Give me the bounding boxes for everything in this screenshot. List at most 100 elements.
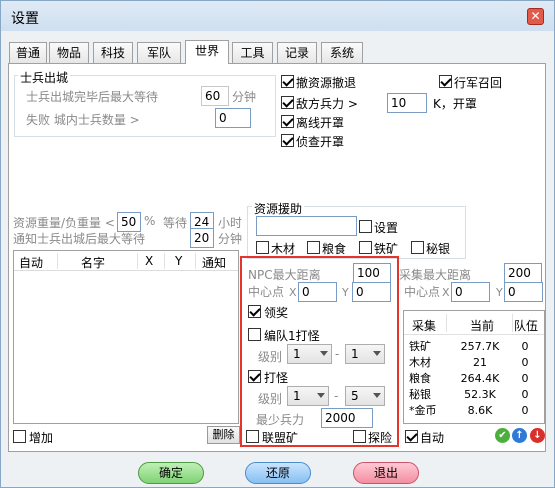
task-col-notify[interactable]: 通知: [202, 254, 226, 271]
notify-wait-label: 通知士兵出城后最大等待: [13, 232, 146, 246]
tab-system[interactable]: 系统: [321, 42, 363, 63]
window-title: 设置: [11, 11, 39, 27]
move-up-icon[interactable]: ↑: [512, 428, 527, 443]
gather-row-current: 264.4K: [460, 371, 500, 385]
fail-count-label: 失败 城内士兵数量 >: [26, 113, 140, 127]
soldier-out-group-title: 士兵出城: [18, 69, 71, 86]
gather-col-type[interactable]: 采集: [412, 317, 436, 334]
table-row[interactable]: 粮食 264.4K 0: [409, 370, 541, 386]
tab-records[interactable]: 记录: [277, 42, 317, 63]
table-row[interactable]: 秘银 52.3K 0: [409, 386, 541, 402]
monster-checkbox[interactable]: [248, 370, 261, 383]
task-list-header: 自动 名字 X Y 通知: [14, 251, 238, 271]
gather-row-current: 8.6K: [467, 403, 493, 417]
gather-auto-checkbox[interactable]: [405, 430, 418, 443]
chevron-down-icon: [373, 393, 381, 398]
gather-max-distance-input[interactable]: 200: [504, 263, 542, 283]
offline-shield-checkbox[interactable]: [281, 115, 294, 128]
resource-aid-settings-checkbox[interactable]: [359, 220, 372, 233]
gather-auto-label: 自动: [420, 431, 445, 445]
restore-button[interactable]: 还原: [245, 462, 311, 484]
tab-general[interactable]: 普通: [9, 42, 47, 63]
team-level-from-select[interactable]: 1: [287, 344, 332, 364]
team-monster-checkbox[interactable]: [248, 328, 261, 341]
npc-y-input[interactable]: 0: [352, 282, 391, 302]
alliance-mine-checkbox[interactable]: [246, 430, 259, 443]
team-level-from-value: 1: [293, 347, 301, 361]
max-wait-unit: 分钟: [232, 90, 257, 104]
grab-retreat-checkbox[interactable]: [281, 75, 294, 88]
monster-level-to-select[interactable]: 5: [345, 386, 385, 406]
explore-checkbox[interactable]: [353, 430, 366, 443]
team-level-to-value: 1: [351, 347, 359, 361]
team-monster-label: 编队1打怪: [264, 329, 320, 343]
aid-silver-checkbox[interactable]: [411, 241, 424, 254]
table-row[interactable]: *金币 8.6K 0: [409, 402, 541, 418]
gather-col-current[interactable]: 当前: [470, 317, 494, 334]
task-col-name[interactable]: 名字: [81, 254, 105, 271]
scout-shield-checkbox[interactable]: [281, 134, 294, 147]
add-task-checkbox[interactable]: [13, 430, 26, 443]
gather-row-team: 0: [521, 371, 529, 385]
table-row[interactable]: 铁矿 257.7K 0: [409, 338, 541, 354]
explore-label: 探险: [368, 431, 393, 445]
gather-y-input[interactable]: 0: [504, 282, 543, 302]
tab-army[interactable]: 军队: [137, 42, 181, 63]
tab-tech[interactable]: 科技: [93, 42, 133, 63]
resource-weight-label: 资源重量/负重量 <: [13, 216, 115, 230]
task-col-x[interactable]: X: [145, 254, 153, 268]
task-col-auto[interactable]: 自动: [19, 254, 43, 271]
close-button[interactable]: ✕: [527, 8, 544, 25]
npc-max-distance-input[interactable]: 100: [353, 263, 391, 283]
task-list[interactable]: 自动 名字 X Y 通知: [13, 250, 239, 424]
gather-y-label: Y: [496, 286, 503, 299]
gather-row-current: 257.7K: [460, 339, 500, 353]
confirm-check-icon[interactable]: ✔: [495, 428, 510, 443]
chevron-down-icon: [373, 351, 381, 356]
npc-center-label: 中心点: [248, 285, 285, 299]
aid-wood-checkbox[interactable]: [256, 241, 269, 254]
npc-x-input[interactable]: 0: [298, 282, 337, 302]
resource-aid-input[interactable]: [256, 216, 357, 236]
aid-iron-checkbox[interactable]: [359, 241, 372, 254]
min-force-input[interactable]: 2000: [321, 408, 373, 428]
enemy-force-checkbox[interactable]: [281, 96, 294, 109]
tab-world[interactable]: 世界: [185, 40, 229, 64]
gather-rows: 铁矿 257.7K 0 木材 21 0 粮食 264.4K 0 秘银 52.3K 0 *金币 8.…: [409, 338, 541, 418]
enemy-force-input[interactable]: 10: [387, 93, 427, 113]
gather-row-team: 0: [521, 403, 529, 417]
max-wait-input[interactable]: 60: [201, 86, 229, 106]
table-row[interactable]: 木材 21 0: [409, 354, 541, 370]
resource-aid-group-title: 资源援助: [252, 200, 305, 217]
aid-food-checkbox[interactable]: [307, 241, 320, 254]
gather-row-name: *金币: [409, 404, 437, 417]
gather-row-current: 21: [473, 355, 487, 369]
gather-max-distance-label: 采集最大距离: [399, 268, 472, 282]
gather-x-input[interactable]: 0: [451, 282, 490, 302]
gather-table[interactable]: 采集 当前 队伍 铁矿 257.7K 0 木材 21 0 粮食 264.4K 0 秘银 52.…: [403, 310, 545, 424]
task-col-y[interactable]: Y: [175, 254, 182, 268]
recall-checkbox[interactable]: [439, 75, 452, 88]
delete-button[interactable]: 删除: [207, 426, 240, 444]
exit-button[interactable]: 退出: [353, 462, 419, 484]
tab-tools[interactable]: 工具: [232, 42, 273, 63]
fail-count-input[interactable]: 0: [215, 108, 251, 128]
ok-button[interactable]: 确定: [138, 462, 204, 484]
tab-items[interactable]: 物品: [49, 42, 89, 63]
reward-label: 领奖: [264, 306, 289, 320]
npc-x-label: X: [289, 286, 297, 299]
team-level-to-select[interactable]: 1: [345, 344, 385, 364]
monster-level-from-select[interactable]: 1: [287, 386, 329, 406]
resource-weight-input[interactable]: 50: [117, 212, 141, 232]
notify-wait-input[interactable]: 20: [190, 228, 214, 248]
aid-iron-label: 铁矿: [374, 242, 399, 256]
scout-shield-label: 侦查开罩: [296, 135, 345, 149]
team-level-separator: -: [335, 347, 340, 361]
gather-table-header: 采集 当前 队伍: [404, 311, 544, 335]
min-force-label: 最少兵力: [256, 413, 305, 427]
reward-checkbox[interactable]: [248, 305, 261, 318]
gather-row-team: 0: [521, 387, 529, 401]
gather-col-team[interactable]: 队伍: [514, 317, 538, 334]
gather-center-label: 中心点: [404, 285, 441, 299]
move-down-icon[interactable]: ↓: [530, 428, 545, 443]
